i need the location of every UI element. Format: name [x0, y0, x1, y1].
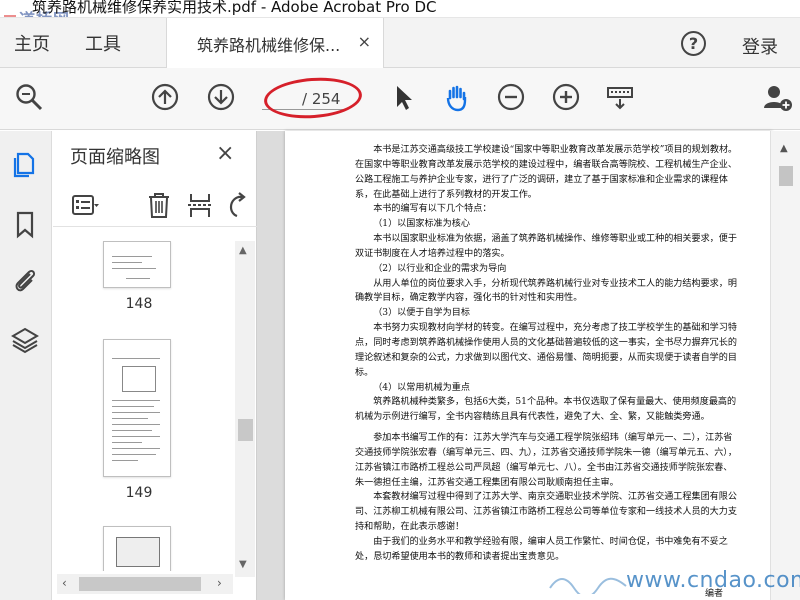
thumbnail-horizontal-scrollbar[interactable]: ‹ › [57, 574, 233, 594]
thumbnail-page-label: 148 [125, 296, 153, 312]
minus-circle-icon[interactable] [496, 82, 526, 112]
document-view: 本书是江苏交通高级技工学校建设“国家中等职业教育改革发展示范学校”项目的规划教材… [257, 131, 800, 600]
thumbnail-panel: 页面缩略图 × 148 149 ▲ ▼ ‹ › [53, 131, 257, 600]
hand-tool-icon[interactable] [442, 82, 472, 112]
page-thumbnail[interactable] [103, 241, 171, 288]
window-title-bar: 道桥网 筑养路机械维修保养实用技术.pdf - Adobe Acrobat Pr… [0, 0, 800, 18]
scrollbar-thumb[interactable] [238, 419, 253, 441]
section-heading: （2）以行业和企业的需求为导向 [373, 263, 507, 274]
doc-scroll-up-icon[interactable]: ▲ [780, 143, 788, 154]
left-sidebar-rail [0, 131, 52, 600]
horizontal-scrollbar-thumb[interactable] [79, 577, 201, 591]
scroll-mode-icon[interactable] [605, 82, 635, 112]
thumbnail-options-icon[interactable] [71, 191, 99, 219]
paragraph: 本书是江苏交通高级技工学校建设“国家中等职业教育改革发展示范学校”项目的规划教材… [355, 145, 738, 200]
page-thumbnail[interactable] [103, 339, 171, 477]
section-heading: （3）以便于自学为目标 [373, 308, 470, 319]
extract-pages-icon[interactable] [186, 191, 214, 219]
pointer-arrow-icon[interactable] [388, 82, 418, 112]
main-toolbar: / 254 [0, 68, 800, 130]
arrow-up-circle-icon[interactable] [150, 82, 180, 112]
add-user-icon[interactable] [762, 82, 792, 112]
close-tab-icon[interactable]: × [358, 32, 371, 51]
paragraph: 本书的编写有以下几个特点： [373, 204, 492, 215]
paragraph: 筑养路机械种类繁多，包括6大类，51个品种。本书仅选取了保有量最大、使用频度最高… [355, 397, 737, 423]
plus-circle-icon[interactable] [551, 82, 581, 112]
document-tab-label: 筑养路机械维修保... [197, 36, 341, 55]
watermark-site: www.cndao.com [549, 568, 800, 594]
document-vertical-scrollbar[interactable]: ▲ [770, 131, 800, 600]
help-icon[interactable]: ? [681, 31, 706, 56]
document-tab[interactable]: 筑养路机械维修保... × [166, 18, 384, 68]
section-heading: （1）以国家标准为核心 [373, 219, 470, 230]
pdf-page: 本书是江苏交通高级技工学校建设“国家中等职业教育改革发展示范学校”项目的规划教材… [285, 131, 772, 600]
trash-icon[interactable] [145, 191, 173, 219]
page-thumbnail[interactable] [103, 526, 171, 571]
home-tab[interactable]: 主页 [14, 30, 50, 56]
wave-logo-icon [549, 577, 627, 594]
paragraph: 本书以国家职业标准为依据，涵盖了筑养路机械操作、维修等职业或工种的相关要求，便于… [355, 234, 737, 259]
close-panel-icon[interactable]: × [216, 141, 234, 166]
scroll-left-icon[interactable]: ‹ [62, 576, 67, 590]
zoom-search-icon[interactable] [14, 82, 44, 112]
arrow-down-circle-icon[interactable] [206, 82, 236, 112]
doc-scrollbar-thumb[interactable] [779, 166, 793, 186]
paragraph: 由于我们的业务水平和教学经验有限，编审人员工作繁忙、时间仓促，书中难免有不妥之处… [355, 536, 728, 562]
thumbnail-vertical-scrollbar[interactable]: ▲ ▼ [235, 241, 255, 577]
panel-toolbar [53, 183, 257, 227]
attachment-icon[interactable] [10, 265, 40, 295]
paragraph: 从用人单位的岗位要求入手，分析现代筑养路机械行业对专业技术工人的能力结构要求，明… [355, 278, 737, 304]
paragraph: 本套教材编写过程中得到了江苏大学、南京交通职业技术学院、江苏省交通工程集团有限公… [355, 492, 737, 533]
panel-title: 页面缩略图 [70, 147, 160, 168]
paragraph: 本书努力实现教材向学材的转变。在编写过程中，充分考虑了技工学校学生的基础和学习特… [355, 323, 737, 378]
highlight-annotation [262, 74, 364, 122]
section-heading: （4）以常用机械为重点 [373, 382, 470, 393]
bookmark-icon[interactable] [10, 209, 40, 239]
watermark-site-text: www.cndao.com [626, 568, 800, 593]
login-button[interactable]: 登录 [742, 33, 778, 59]
page-thumbnails-icon[interactable] [10, 149, 40, 179]
layers-icon[interactable] [10, 325, 40, 355]
scroll-down-icon[interactable]: ▼ [239, 559, 247, 570]
scroll-right-icon[interactable]: › [217, 576, 222, 590]
page-body: 本书是江苏交通高级技工学校建设“国家中等职业教育改革发展示范学校”项目的规划教材… [355, 143, 740, 565]
rotate-icon[interactable] [223, 191, 251, 219]
thumbnail-list: 148 149 [53, 241, 236, 571]
thumbnail-page-label: 149 [125, 485, 153, 501]
scroll-up-icon[interactable]: ▲ [239, 245, 247, 256]
menu-bar: 主页 工具 筑养路机械维修保... × ? 登录 [0, 18, 800, 68]
tools-tab[interactable]: 工具 [85, 30, 121, 56]
paragraph: 参加本书编写工作的有：江苏大学汽车与交通工程学院张绍玮（编写单元一、二），江苏省… [355, 433, 737, 488]
window-title: 筑养路机械维修保养实用技术.pdf - Adobe Acrobat Pro DC [32, 0, 437, 16]
